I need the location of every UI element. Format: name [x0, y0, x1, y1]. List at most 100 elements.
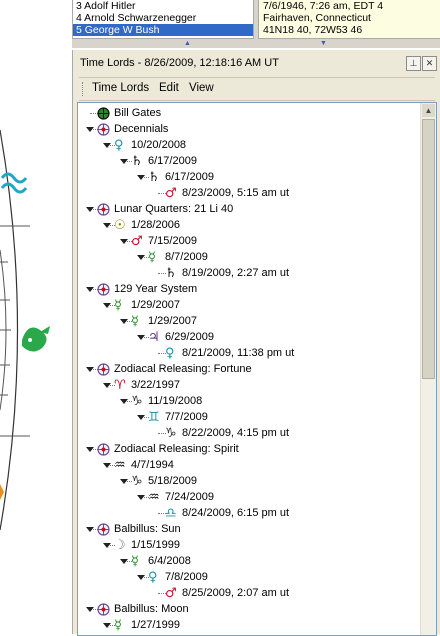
expand-toggle-icon[interactable]: [86, 126, 94, 132]
tree-node[interactable]: ☿ 6/4/2008: [120, 553, 191, 569]
expand-toggle-icon[interactable]: [103, 542, 111, 548]
expand-toggle-icon[interactable]: [86, 446, 94, 452]
expand-toggle-icon[interactable]: [137, 334, 145, 340]
tree-node-label: 1/27/1999: [131, 619, 180, 632]
tree-node[interactable]: Decennials: [86, 121, 168, 137]
expand-toggle-icon[interactable]: [120, 558, 128, 564]
chart-list[interactable]: 3 Adolf Hitler 4 Arnold Schwarzenegger 5…: [72, 0, 254, 39]
expand-toggle-icon[interactable]: [120, 478, 128, 484]
tree-node-label: 6/17/2009: [165, 171, 214, 184]
tree-node[interactable]: Balbillus: Moon: [86, 601, 189, 617]
chart-list-item-selected[interactable]: 5 George W Bush: [73, 24, 253, 36]
expand-toggle-icon[interactable]: [137, 174, 145, 180]
expand-toggle-icon[interactable]: [137, 254, 145, 260]
tree-node-label: Zodiacal Releasing: Spirit: [114, 443, 239, 456]
expand-toggle-icon[interactable]: [86, 526, 94, 532]
tree-node[interactable]: ♄ 8/19/2009, 2:27 am ut: [154, 265, 289, 281]
tree-node-label: 3/22/1997: [131, 379, 180, 392]
tree-node[interactable]: ♀ 7/8/2009: [137, 569, 208, 585]
expand-toggle-icon[interactable]: [86, 366, 94, 372]
gemini-icon: ♊: [148, 409, 160, 425]
tree-node[interactable]: ♄ 6/17/2009: [137, 169, 214, 185]
tree-node[interactable]: 129 Year System: [86, 281, 197, 297]
tree-node[interactable]: ♂ 7/15/2009: [120, 233, 197, 249]
expand-toggle-icon[interactable]: [120, 238, 128, 244]
tree-node[interactable]: ♃ 6/29/2009: [137, 329, 214, 345]
chart-list-item[interactable]: 3 Adolf Hitler: [73, 0, 253, 12]
tree-node-label: 6/4/2008: [148, 555, 191, 568]
tree-node[interactable]: Zodiacal Releasing: Spirit: [86, 441, 239, 457]
capricorn-zodiac-icon: [22, 326, 50, 352]
tree-node[interactable]: ♑ 5/18/2009: [120, 473, 197, 489]
tree-node[interactable]: Zodiacal Releasing: Fortune: [86, 361, 252, 377]
venus-icon: ♀: [165, 345, 175, 361]
tree-node-label: 7/24/2009: [165, 491, 214, 504]
tree-node[interactable]: ☽ 1/15/1999: [103, 537, 180, 553]
scroll-thumb[interactable]: [422, 119, 435, 379]
toolbar-grip[interactable]: [82, 82, 85, 96]
collapse-down-icon[interactable]: ▼: [320, 40, 327, 47]
expand-toggle-icon[interactable]: [137, 414, 145, 420]
scroll-up-icon[interactable]: ▲: [422, 104, 435, 117]
expand-toggle-icon[interactable]: [86, 286, 94, 292]
expand-toggle-icon[interactable]: [103, 302, 111, 308]
chart-list-item[interactable]: 4 Arnold Schwarzenegger: [73, 12, 253, 24]
tree-node[interactable]: ♊ 7/7/2009: [137, 409, 208, 425]
tree-node[interactable]: ☿ 1/29/2007: [103, 297, 180, 313]
expand-toggle-icon[interactable]: [103, 622, 111, 628]
globe-icon: [97, 282, 110, 296]
tree-node[interactable]: ☿ 8/7/2009: [137, 249, 208, 265]
expand-toggle-icon[interactable]: [86, 206, 94, 212]
tree-node-label: 8/25/2009, 2:07 am ut: [182, 587, 290, 600]
tree-node[interactable]: ♀ 10/20/2008: [103, 137, 186, 153]
tree-node-label: Lunar Quarters: 21 Li 40: [114, 203, 234, 216]
expand-toggle-icon[interactable]: [103, 462, 111, 468]
tree-node[interactable]: ♄ 6/17/2009: [120, 153, 197, 169]
expand-toggle-icon[interactable]: [86, 606, 94, 612]
expand-toggle-icon[interactable]: [137, 574, 145, 580]
tree-node-label: 8/19/2009, 2:27 am ut: [182, 267, 290, 280]
expand-toggle-icon[interactable]: [120, 318, 128, 324]
expand-toggle-icon[interactable]: [103, 222, 111, 228]
menu-edit[interactable]: Edit: [159, 82, 179, 94]
tree-node[interactable]: ♀ 8/21/2009, 11:38 pm ut: [154, 345, 294, 361]
tree-node-label: 8/24/2009, 6:15 pm ut: [182, 507, 290, 520]
menu-time-lords[interactable]: Time Lords: [92, 82, 149, 94]
expand-toggle-icon[interactable]: [137, 494, 145, 500]
pin-icon[interactable]: ⊥: [406, 56, 421, 71]
close-icon[interactable]: ✕: [422, 56, 437, 71]
globe-icon: [97, 602, 110, 616]
expand-toggle-icon[interactable]: [120, 158, 128, 164]
aquarius-zodiac-icon: [0, 172, 28, 194]
globe-icon: [97, 522, 110, 536]
chart-info-place: Fairhaven, Connecticut: [263, 12, 371, 24]
tree-node-label: 8/7/2009: [165, 251, 208, 264]
expand-toggle-icon[interactable]: [103, 142, 111, 148]
expand-toggle-icon[interactable]: [120, 398, 128, 404]
tree-node[interactable]: Bill Gates: [86, 105, 161, 121]
tree-node-label: 5/18/2009: [148, 475, 197, 488]
tree-node[interactable]: ♒ 7/24/2009: [137, 489, 214, 505]
tree-node[interactable]: ☿ 1/29/2007: [120, 313, 197, 329]
tree-node[interactable]: ♑ 11/19/2008: [120, 393, 202, 409]
menu-view[interactable]: View: [189, 82, 214, 94]
time-lords-tree[interactable]: Bill Gates Decennials ♀ 10/20/2008 ♄ 6/17/200…: [77, 102, 437, 636]
tree-node[interactable]: ♈ 3/22/1997: [103, 377, 180, 393]
tree-node[interactable]: Balbillus: Sun: [86, 521, 181, 537]
vertical-scrollbar[interactable]: ▲: [420, 103, 436, 635]
tree-node[interactable]: ♎ 8/24/2009, 6:15 pm ut: [154, 505, 289, 521]
tree-node[interactable]: ♒ 4/7/1994: [103, 457, 174, 473]
tree-node[interactable]: ☿ 1/27/1999: [103, 617, 180, 633]
tree-node[interactable]: ☉ 1/28/2006: [103, 217, 180, 233]
tree-node[interactable]: ♂ 8/23/2009, 5:15 am ut: [154, 185, 289, 201]
expand-toggle-icon[interactable]: [103, 382, 111, 388]
tree-node[interactable]: Lunar Quarters: 21 Li 40: [86, 201, 233, 217]
tree-node[interactable]: ♑ 8/22/2009, 4:15 pm ut: [154, 425, 289, 441]
menu-bar: Time Lords Edit View: [79, 77, 435, 101]
aquarius-icon: ♒: [148, 489, 160, 505]
chart-wheel-fragment: [0, 0, 72, 634]
collapse-up-icon[interactable]: ▲: [184, 40, 191, 47]
tree-node-label: 11/19/2008: [148, 395, 203, 408]
splitter-bar[interactable]: ▲ ▼: [72, 39, 440, 48]
tree-node[interactable]: ♂ 8/25/2009, 2:07 am ut: [154, 585, 289, 601]
